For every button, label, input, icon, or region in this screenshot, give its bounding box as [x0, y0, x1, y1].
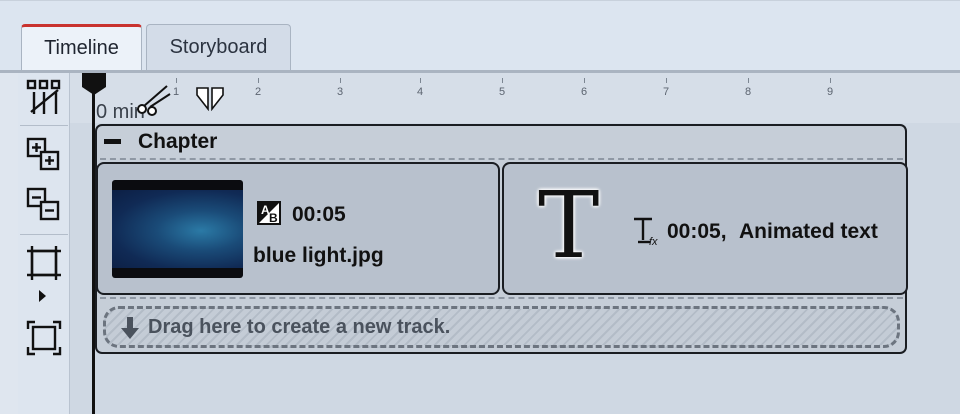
ruler-tick-label: 3 [337, 86, 344, 98]
ruler-tick [258, 78, 259, 83]
ruler-tick [420, 78, 421, 83]
scissors-icon[interactable] [134, 82, 174, 116]
ruler-tick [830, 78, 831, 83]
ruler-tick [666, 78, 667, 83]
ruler-tick-label: 9 [827, 86, 834, 98]
ruler-tick [748, 78, 749, 83]
text-effect-icon: fx [634, 217, 658, 246]
fit-icon [26, 320, 62, 356]
fit-button[interactable] [22, 316, 66, 360]
split-marker-icon[interactable] [195, 85, 225, 111]
track-split-button[interactable] [22, 75, 66, 119]
chapter-title: Chapter [138, 130, 218, 153]
ruler-tick-label: 2 [255, 86, 262, 98]
text-object-icon: T [538, 172, 600, 279]
toolbar-separator [20, 234, 68, 235]
expand-button[interactable] [22, 241, 66, 285]
expand-arrow-icon[interactable] [39, 290, 46, 302]
toolbar-separator [20, 125, 68, 126]
track-split-icon [26, 79, 61, 114]
svg-text:fx: fx [649, 236, 658, 246]
tab-storyboard[interactable]: Storyboard [146, 24, 291, 70]
ruler-tick [340, 78, 341, 83]
playhead[interactable] [92, 90, 95, 414]
ruler-tick-label: 7 [663, 86, 670, 98]
remove-track-button[interactable] [22, 183, 66, 227]
expand-icon [27, 246, 61, 280]
collapse-icon[interactable] [104, 139, 121, 144]
arrow-down-icon [121, 317, 139, 339]
ruler-tick [584, 78, 585, 83]
ruler-tick-label: 8 [745, 86, 752, 98]
clip-name: Animated text [739, 220, 878, 243]
ruler-tick-label: 5 [499, 86, 506, 98]
timeline-toolbar [18, 73, 70, 414]
ruler-tick-label: 4 [417, 86, 424, 98]
ruler-tick [502, 78, 503, 83]
new-track-label: Drag here to create a new track. [148, 316, 451, 338]
playhead-handle[interactable] [79, 73, 109, 95]
ruler-tick-label: 6 [581, 86, 588, 98]
clip-name: blue light.jpg [253, 244, 384, 267]
track-divider [100, 297, 903, 299]
tab-timeline[interactable]: Timeline [21, 24, 142, 70]
chapter-divider [100, 158, 903, 160]
ruler-tick [176, 78, 177, 83]
clip-thumbnail [112, 180, 243, 278]
svg-text:B: B [269, 211, 278, 225]
image-transition-icon: A B [257, 201, 281, 225]
add-track-button[interactable] [22, 133, 66, 177]
tab-strip [0, 0, 960, 73]
remove-track-icon [26, 187, 60, 221]
add-track-icon [26, 137, 60, 171]
clip-duration: 00:05, [667, 220, 727, 243]
clip-duration: 00:05 [292, 203, 346, 226]
